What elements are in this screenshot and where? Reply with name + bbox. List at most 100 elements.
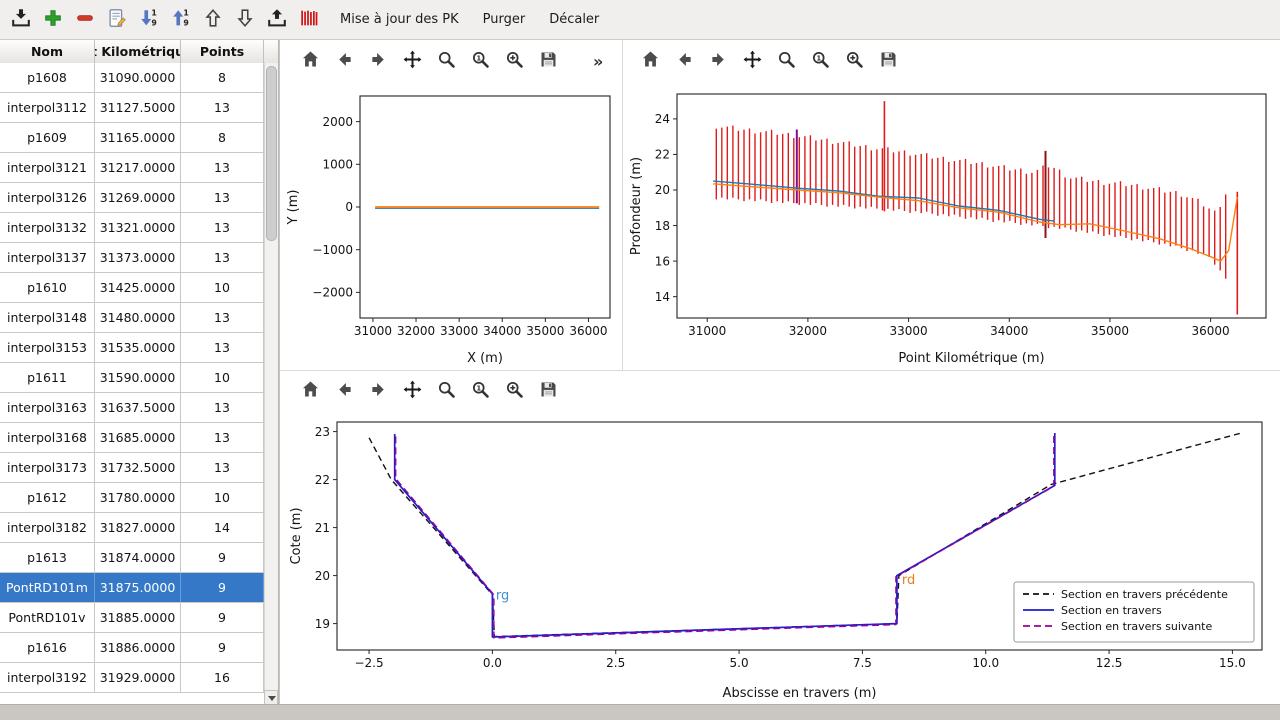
cell-nom: p1608 [0, 63, 95, 92]
svg-text:Section en travers: Section en travers [1061, 604, 1162, 617]
table-row[interactable]: p161231780.000010 [0, 483, 264, 513]
table-row[interactable]: interpol319231929.000016 [0, 663, 264, 693]
toolbar-button-export[interactable] [264, 7, 290, 33]
toolbar-button-zoom-one[interactable]: 1 [805, 46, 835, 76]
table-row[interactable]: interpol317331732.500013 [0, 453, 264, 483]
cell-pk: 31269.0000 [95, 183, 181, 212]
longitudinal-chart[interactable]: 3100032000330003400035000360001416182022… [625, 82, 1280, 370]
toolbar-overflow-chevron[interactable]: » [593, 52, 603, 71]
toolbar-button-forward[interactable] [363, 46, 393, 76]
svg-text:Abscisse en travers (m): Abscisse en travers (m) [723, 686, 877, 701]
toolbar-button-zoom-in[interactable] [499, 376, 529, 406]
toolbar-button-forward[interactable] [703, 46, 733, 76]
menu-purger[interactable]: Purger [483, 12, 526, 27]
svg-text:32000: 32000 [397, 324, 435, 338]
toolbar-button-zoom-rect[interactable] [771, 46, 801, 76]
svg-text:rd: rd [902, 573, 915, 588]
table-row[interactable]: interpol311231127.500013 [0, 93, 264, 123]
move-down-icon [234, 7, 256, 33]
toolbar-button-back[interactable] [329, 376, 359, 406]
plan-chart[interactable]: 310003200033000340003500036000−2000−1000… [282, 82, 622, 370]
cell-nom: PontRD101v [0, 603, 95, 632]
cell-pk: 31425.0000 [95, 273, 181, 302]
toolbar-button-pan[interactable] [397, 46, 427, 76]
toolbar-button-edit-form[interactable] [104, 7, 130, 33]
zoom-one-icon: 1 [470, 49, 491, 74]
scrollbar-thumb[interactable] [266, 66, 277, 241]
table-row[interactable]: p161331874.00009 [0, 543, 264, 573]
cross-section-chart-toolbar: 1 [295, 374, 563, 408]
table-scrollbar[interactable] [264, 63, 278, 705]
toolbar-button-add-row[interactable] [40, 7, 66, 33]
menu-decaler[interactable]: Décaler [549, 12, 599, 27]
table-row[interactable]: p161631886.00009 [0, 633, 264, 663]
toolbar-button-zoom-one[interactable]: 1 [465, 376, 495, 406]
menu-mise-a-jour-pk[interactable]: Mise à jour des PK [340, 12, 459, 27]
toolbar-button-zoom-one[interactable]: 1 [465, 46, 495, 76]
toolbar-button-pan[interactable] [737, 46, 767, 76]
table-row[interactable]: interpol318231827.000014 [0, 513, 264, 543]
toolbar-button-forward[interactable] [363, 376, 393, 406]
svg-text:12.5: 12.5 [1096, 656, 1123, 670]
table-row[interactable]: PontRD101v31885.00009 [0, 603, 264, 633]
cell-nom: p1611 [0, 363, 95, 392]
toolbar-button-move-up[interactable] [200, 7, 226, 33]
toolbar-button-remove-row[interactable] [72, 7, 98, 33]
table-row[interactable]: interpol315331535.000013 [0, 333, 264, 363]
toolbar-button-home[interactable] [295, 376, 325, 406]
toolbar-button-sort-ascending[interactable]: 19 [168, 7, 194, 33]
toolbar-button-sort-descending[interactable]: 19 [136, 7, 162, 33]
svg-text:−2000: −2000 [312, 286, 353, 300]
cell-pk: 31929.0000 [95, 663, 181, 692]
toolbar-button-save[interactable] [533, 46, 563, 76]
toolbar-button-sections-red[interactable] [296, 7, 322, 33]
table-row[interactable]: interpol314831480.000013 [0, 303, 264, 333]
table-row[interactable]: p161031425.000010 [0, 273, 264, 303]
svg-text:20: 20 [315, 569, 330, 583]
cell-pk: 31732.5000 [95, 453, 181, 482]
toolbar-button-zoom-in[interactable] [839, 46, 869, 76]
svg-text:0: 0 [345, 200, 353, 214]
table-row[interactable]: interpol313231321.000013 [0, 213, 264, 243]
toolbar-button-zoom-rect[interactable] [431, 376, 461, 406]
splitter-horizontal[interactable] [280, 370, 1280, 371]
toolbar-button-save[interactable] [873, 46, 903, 76]
toolbar-button-home[interactable] [295, 46, 325, 76]
toolbar-button-back[interactable] [329, 46, 359, 76]
table-row[interactable]: interpol313731373.000013 [0, 243, 264, 273]
cell-pk: 31321.0000 [95, 213, 181, 242]
table-row[interactable]: interpol316831685.000013 [0, 423, 264, 453]
column-header-points[interactable]: Points [181, 40, 264, 63]
table-row[interactable]: interpol316331637.500013 [0, 393, 264, 423]
table-row[interactable]: p160931165.00008 [0, 123, 264, 153]
table-row[interactable]: interpol312631269.000013 [0, 183, 264, 213]
toolbar-button-zoom-in[interactable] [499, 46, 529, 76]
zoom-in-icon [504, 49, 525, 74]
back-icon [334, 379, 355, 404]
column-header-pk[interactable]: t Kilométriqu [95, 40, 181, 63]
svg-text:22: 22 [655, 148, 670, 162]
scrollbar-down-button[interactable] [264, 690, 278, 705]
table-row[interactable]: interpol312131217.000013 [0, 153, 264, 183]
svg-text:5.0: 5.0 [730, 656, 749, 670]
toolbar-button-import[interactable] [8, 7, 34, 33]
table-row[interactable]: PontRD101m31875.00009 [0, 573, 264, 603]
toolbar-button-zoom-rect[interactable] [431, 46, 461, 76]
svg-text:Cote (m): Cote (m) [289, 507, 304, 564]
svg-text:36000: 36000 [1192, 324, 1230, 338]
splitter-vertical[interactable] [622, 40, 623, 370]
cell-nom: interpol3173 [0, 453, 95, 482]
toolbar-button-pan[interactable] [397, 376, 427, 406]
toolbar-button-home[interactable] [635, 46, 665, 76]
column-header-nom[interactable]: Nom [0, 40, 95, 63]
toolbar-button-move-down[interactable] [232, 7, 258, 33]
table-body: p160831090.00008interpol311231127.500013… [0, 63, 264, 705]
svg-text:0.0: 0.0 [483, 656, 502, 670]
toolbar-button-save[interactable] [533, 376, 563, 406]
table-row[interactable]: p161131590.000010 [0, 363, 264, 393]
cell-pk: 31637.5000 [95, 393, 181, 422]
back-icon [334, 49, 355, 74]
cross-section-chart[interactable]: −2.50.02.55.07.510.012.515.01920212223Ab… [285, 410, 1280, 705]
toolbar-button-back[interactable] [669, 46, 699, 76]
table-row[interactable]: p160831090.00008 [0, 63, 264, 93]
